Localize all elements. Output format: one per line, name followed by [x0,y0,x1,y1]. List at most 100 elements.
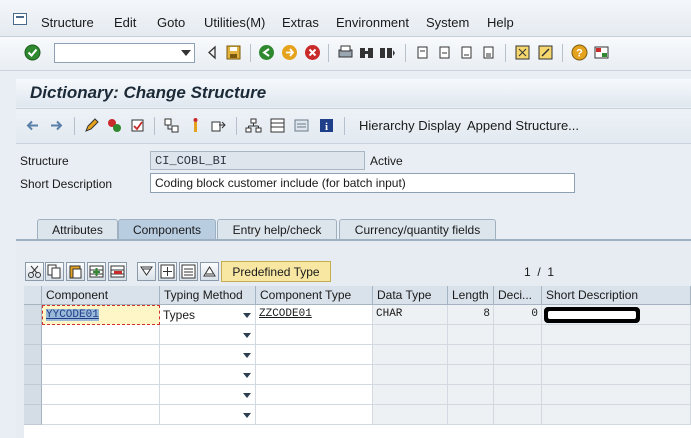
paste-icon[interactable] [66,262,85,281]
filter-down-icon[interactable] [137,262,156,281]
menu-utilities[interactable]: Utilities(M) [204,15,265,30]
typing-method-cell[interactable] [160,345,256,365]
navigate-icon[interactable] [210,117,227,134]
display-object-icon[interactable] [293,117,310,134]
information-icon[interactable]: i [318,117,335,134]
component-type-cell[interactable]: ZZCODE01 [256,305,373,325]
enter-icon[interactable] [24,44,41,61]
short-description-input[interactable]: Coding block customer include (for batch… [150,173,575,193]
customize-layout-icon[interactable] [593,44,610,61]
system-menu-icon[interactable] [13,13,27,25]
first-page-icon[interactable] [414,44,431,61]
component-cell[interactable] [42,405,160,425]
delete-row-icon[interactable] [108,262,127,281]
page-counter: 1 / 1 [524,265,555,279]
predefined-type-button[interactable]: Predefined Type [221,261,331,282]
where-used-icon[interactable] [163,117,180,134]
table-layout-icon[interactable] [269,117,286,134]
help-icon[interactable]: ? [571,44,588,61]
copy-icon[interactable] [45,262,64,281]
component-cell[interactable] [42,385,160,405]
component-cell[interactable] [42,345,160,365]
chevron-down-icon[interactable] [243,373,251,378]
arrow-left-icon[interactable] [24,117,41,134]
toolbar-separator [344,117,345,135]
row-selector[interactable] [24,365,42,385]
menu-help[interactable]: Help [487,15,514,30]
menu-edit[interactable]: Edit [114,15,136,30]
back-icon[interactable] [258,44,275,61]
component-type-cell[interactable] [256,385,373,405]
component-type-cell[interactable] [256,405,373,425]
decimals-cell [494,405,542,425]
chevron-down-icon[interactable] [181,50,191,56]
tab-currency-quantity-fields[interactable]: Currency/quantity fields [339,219,496,240]
typing-method-cell[interactable] [160,325,256,345]
menu-system[interactable]: System [426,15,469,30]
column-header-short-description[interactable]: Short Description [542,286,691,305]
column-header-decimals[interactable]: Deci... [494,286,542,305]
previous-page-icon[interactable] [436,44,453,61]
cancel-icon[interactable] [304,44,321,61]
print-icon[interactable] [337,44,354,61]
hierarchy-display-button[interactable]: Hierarchy Display [359,118,461,133]
save-icon[interactable] [225,44,242,61]
component-cell[interactable] [42,365,160,385]
column-header-typing-method[interactable]: Typing Method [160,286,256,305]
typing-method-cell[interactable] [160,365,256,385]
filter-up-icon[interactable] [200,262,219,281]
row-selector[interactable] [24,405,42,425]
back-arrow-small-icon[interactable] [204,44,221,61]
menu-goto[interactable]: Goto [157,15,185,30]
typing-method-cell[interactable] [160,405,256,425]
new-session-icon[interactable] [514,44,531,61]
column-header-length[interactable]: Length [448,286,494,305]
tab-entry-help-check[interactable]: Entry help/check [217,219,337,240]
component-type-cell[interactable] [256,325,373,345]
component-type-cell[interactable] [256,365,373,385]
expand-icon[interactable] [158,262,177,281]
column-header-component-type[interactable]: Component Type [256,286,373,305]
last-page-icon[interactable] [480,44,497,61]
typing-method-cell[interactable]: Types [160,305,256,325]
row-selector[interactable] [24,385,42,405]
tab-attributes[interactable]: Attributes [37,219,118,240]
row-selector[interactable] [24,345,42,365]
chevron-down-icon[interactable] [243,413,251,418]
component-cell[interactable] [42,325,160,345]
menu-extras[interactable]: Extras [282,15,319,30]
shortcut-icon[interactable] [537,44,554,61]
menu-structure[interactable]: Structure [41,15,94,30]
chevron-down-icon[interactable] [243,333,251,338]
chevron-down-icon[interactable] [243,313,251,318]
cut-icon[interactable] [25,262,44,281]
component-cell[interactable]: YYCODE01 [42,305,160,325]
typing-method-cell[interactable] [160,385,256,405]
append-structure-button[interactable]: Append Structure... [467,118,579,133]
chevron-down-icon[interactable] [243,393,251,398]
find-icon[interactable] [358,44,375,61]
menu-environment[interactable]: Environment [336,15,409,30]
tab-components[interactable]: Components [118,219,216,240]
row-selector[interactable] [24,305,42,325]
check-objects-icon[interactable] [106,117,123,134]
column-header-component[interactable]: Component [42,286,160,305]
column-header-data-type[interactable]: Data Type [373,286,448,305]
info-marker-icon[interactable] [187,117,204,134]
arrow-right-icon[interactable] [48,117,65,134]
row-selector[interactable] [24,325,42,345]
redaction-inner [548,311,636,319]
command-field[interactable] [54,43,195,63]
exit-icon[interactable] [281,44,298,61]
activate-icon[interactable] [129,117,146,134]
insert-row-icon[interactable] [87,262,106,281]
component-type-cell[interactable] [256,345,373,365]
pencil-icon[interactable] [83,117,100,134]
chevron-down-icon[interactable] [243,353,251,358]
hierarchy-icon[interactable] [245,117,262,134]
find-next-icon[interactable] [379,44,396,61]
short-description-label: Short Description [20,177,113,191]
select-all-header[interactable] [24,286,42,305]
next-page-icon[interactable] [458,44,475,61]
collapse-icon[interactable] [179,262,198,281]
